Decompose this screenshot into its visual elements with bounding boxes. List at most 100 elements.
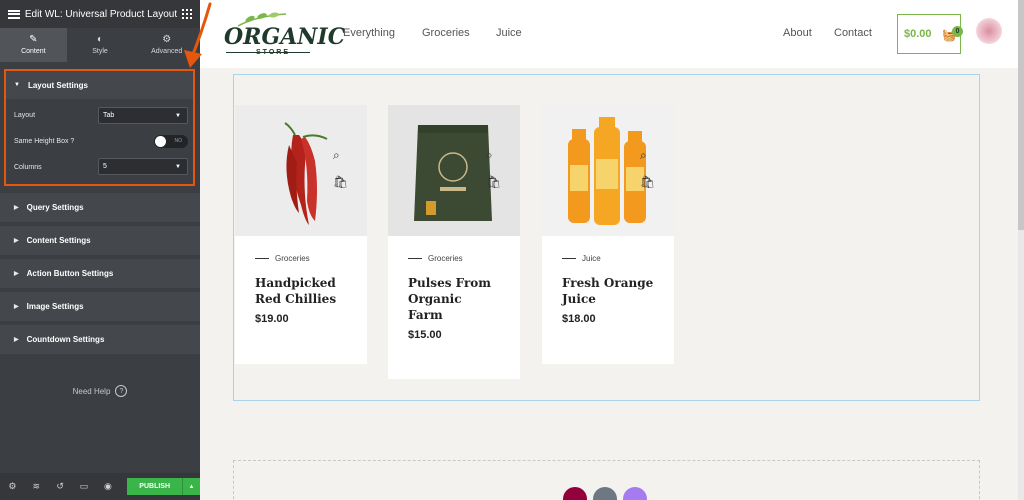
search-icon[interactable]: ⌕ [486,148,493,163]
section-action-button-settings[interactable]: ▶ Action Button Settings [0,259,200,288]
section-label: Content Settings [26,236,91,245]
columns-select-value: 5 [103,163,107,170]
add-section-buttons [563,487,647,500]
cart-count-badge: 0 [952,26,963,37]
panel-tabs: ✎ Content ◐ Style ⚙ Advanced [0,28,200,62]
layout-settings-title: Layout Settings [27,80,88,90]
category-label: Groceries [275,254,310,263]
caret-right-icon: ▶ [14,337,19,343]
user-avatar[interactable] [976,18,1002,44]
add-section-plus-icon[interactable] [563,487,587,500]
caret-right-icon: ▶ [14,304,19,310]
cart-button[interactable]: $0.00 🧺 0 [897,14,963,54]
gear-icon: ⚙ [162,34,172,45]
need-help-label: Need Help [72,386,111,396]
layers-icon[interactable]: ≋ [30,481,43,492]
nav-juice[interactable]: Juice [496,27,522,39]
product-category: Groceries [235,236,367,263]
search-icon[interactable]: ⌕ [333,148,340,163]
nav-everything[interactable]: Everything [343,27,395,39]
columns-label: Columns [14,164,42,171]
dash-line [255,258,269,259]
product-name[interactable]: Handpicked Red Chillies [235,263,367,307]
site-header: ORGANIC STORE Everything Groceries Juice… [200,0,1024,68]
half-circle-icon: ◐ [96,34,104,45]
section-label: Query Settings [26,203,84,212]
category-label: Juice [582,254,601,263]
shopping-bag-icon[interactable]: 🛍 [333,175,348,189]
pulses-bag-image [388,105,520,236]
layout-settings-header[interactable]: ▼ Layout Settings [6,71,193,99]
section-countdown-settings[interactable]: ▶ Countdown Settings [0,325,200,354]
layout-label: Layout [14,112,36,119]
shopping-bag-icon[interactable]: 🛍 [640,175,655,189]
product-image-orange-juice[interactable]: ⌕ 🛍 [542,105,674,236]
nav-contact[interactable]: Contact [834,27,872,39]
settings-gear-icon[interactable]: ⚙ [6,481,19,492]
product-card[interactable]: ⌕ 🛍 Juice Fresh Orange Juice $18.00 [542,105,674,364]
product-image-pulses[interactable]: ⌕ 🛍 [388,105,520,236]
section-query-settings[interactable]: ▶ Query Settings [0,193,200,222]
shopping-bag-icon[interactable]: 🛍 [486,175,501,189]
section-label: Countdown Settings [26,335,105,344]
sidebar-header: Edit WL: Universal Product Layout [0,0,200,28]
tab-advanced-label: Advanced [151,48,183,55]
caret-right-icon: ▶ [14,238,19,244]
toggle-state-text: NO [174,138,183,144]
nav-groceries[interactable]: Groceries [422,27,470,39]
same-height-toggle[interactable]: NO [154,135,188,148]
product-card[interactable]: ⌕ 🛍 Groceries Pulses From Organic Farm $… [388,105,520,379]
product-category: Groceries [388,236,520,263]
caret-right-icon: ▶ [14,205,19,211]
tab-content[interactable]: ✎ Content [0,28,67,62]
question-icon: ? [115,385,128,397]
scrollbar-thumb[interactable] [1018,0,1024,230]
tab-style-label: Style [92,48,108,55]
tab-style[interactable]: ◐ Style [67,28,134,62]
ai-sparkle-icon[interactable] [623,487,647,500]
layout-select[interactable]: Tab ▼ [98,107,188,124]
logo-sub: STORE [256,49,290,56]
need-help-link[interactable]: Need Help ? [0,385,200,397]
product-card[interactable]: ⌕ 🛍 Groceries Handpicked Red Chillies $1… [235,105,367,364]
orange-juice-bottles-image [542,105,674,236]
pencil-icon: ✎ [29,34,38,45]
widget-title: Edit WL: Universal Product Layout [24,8,178,20]
preview-eye-icon[interactable]: ◉ [101,481,114,492]
chevron-down-icon: ▼ [175,112,181,119]
layout-settings-panel: ▼ Layout Settings Layout Tab ▼ Same Heig… [4,69,195,186]
caret-up-icon[interactable]: ▲ [182,478,200,495]
organic-store-logo[interactable]: ORGANIC STORE [222,12,345,58]
product-price: $19.00 [255,313,289,325]
logo-word: ORGANIC [224,24,346,50]
product-name[interactable]: Fresh Orange Juice [542,263,674,307]
product-price: $15.00 [408,329,442,341]
editor-sidebar: Edit WL: Universal Product Layout ✎ Cont… [0,0,201,500]
hamburger-menu-icon[interactable] [8,9,20,19]
product-name[interactable]: Pulses From Organic Farm [388,263,520,323]
settings-sections: ▶ Query Settings ▶ Content Settings ▶ Ac… [0,189,200,354]
section-label: Image Settings [26,302,84,311]
template-folder-icon[interactable] [593,487,617,500]
scrollbar-track[interactable] [1018,0,1024,500]
dash-line [562,258,576,259]
product-image-chillies[interactable]: ⌕ 🛍 [235,105,367,236]
publish-button[interactable]: PUBLISH ▲ [127,478,201,495]
section-content-settings[interactable]: ▶ Content Settings [0,226,200,255]
toggle-knob [155,136,166,147]
section-image-settings[interactable]: ▶ Image Settings [0,292,200,321]
responsive-icon[interactable]: ▭ [78,481,91,492]
caret-right-icon: ▶ [14,271,19,277]
layout-select-value: Tab [103,112,115,119]
sidebar-footer: ⚙ ≋ ↺ ▭ ◉ PUBLISH ▲ [0,473,201,500]
history-icon[interactable]: ↺ [54,481,67,492]
search-icon[interactable]: ⌕ [640,148,647,163]
columns-select[interactable]: 5 ▼ [98,158,188,175]
annotation-arrow [184,2,212,68]
category-label: Groceries [428,254,463,263]
tab-content-label: Content [21,48,46,55]
chevron-down-icon: ▼ [175,163,181,170]
product-category: Juice [542,236,674,263]
cart-total: $0.00 [904,28,932,40]
nav-about[interactable]: About [783,27,812,39]
